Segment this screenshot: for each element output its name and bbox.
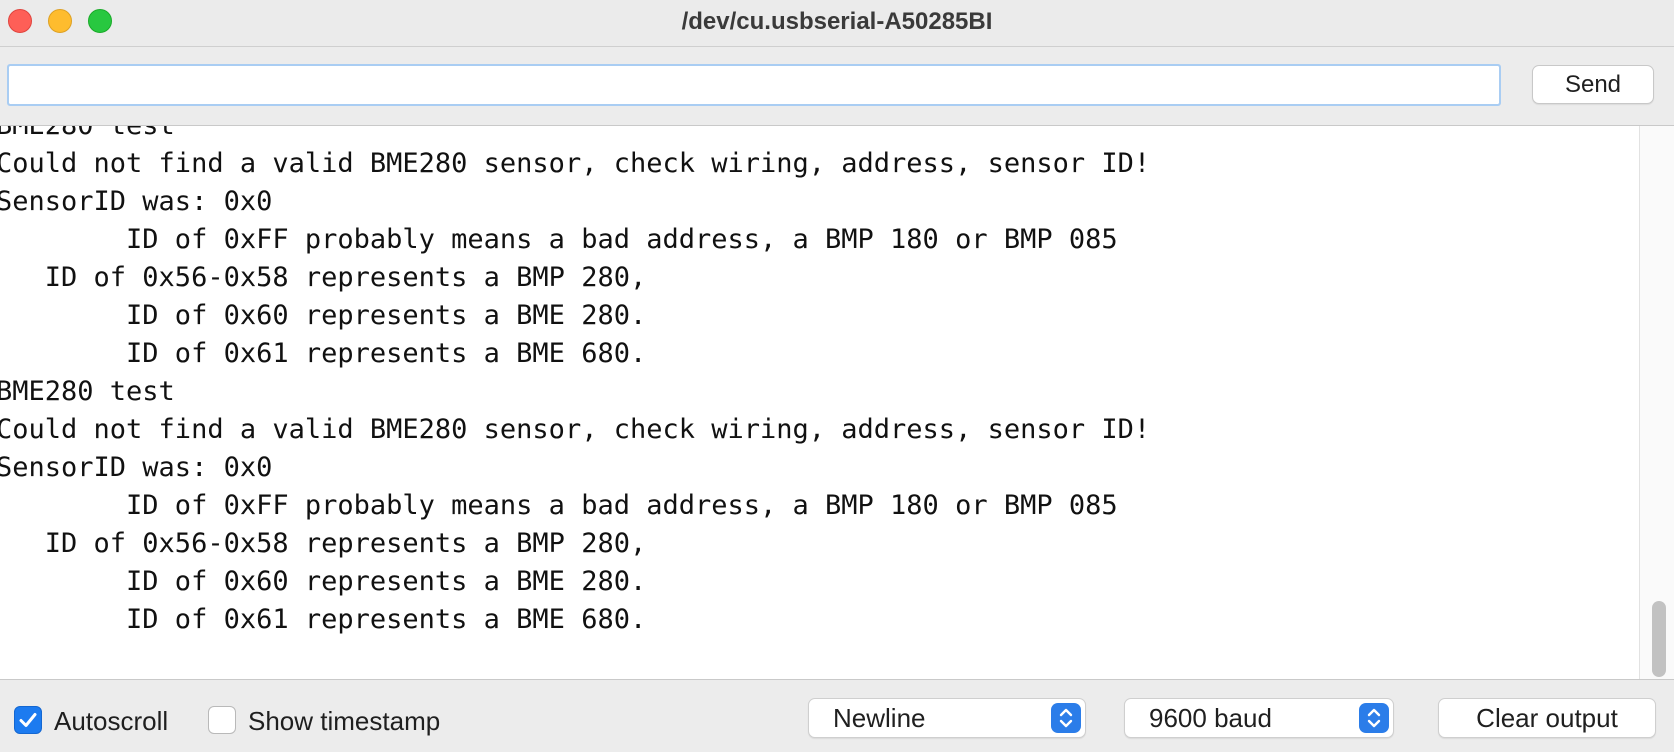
output-line: Could not find a valid BME280 sensor, ch… bbox=[0, 148, 1151, 179]
output-line: BME280 test bbox=[0, 125, 175, 141]
output-line: SensorID was: 0x0 bbox=[0, 452, 273, 483]
output-line: ID of 0xFF probably means a bad address,… bbox=[0, 490, 1118, 521]
output-line: ID of 0x61 represents a BME 680. bbox=[0, 604, 647, 635]
chevron-updown-icon bbox=[1359, 703, 1389, 733]
chevron-updown-icon bbox=[1051, 703, 1081, 733]
baud-rate-value: 9600 baud bbox=[1149, 703, 1272, 733]
output-line: ID of 0x60 represents a BME 280. bbox=[0, 566, 647, 597]
serial-output-pane[interactable]: BME280 test Could not find a valid BME280… bbox=[0, 125, 1674, 680]
output-line: SensorID was: 0x0 bbox=[0, 186, 273, 217]
show-timestamp-checkbox[interactable] bbox=[208, 706, 236, 734]
output-line: ID of 0x56-0x58 represents a BMP 280, bbox=[0, 262, 647, 293]
autoscroll-label[interactable]: Autoscroll bbox=[54, 706, 168, 736]
title-bar: /dev/cu.usbserial-A50285BI bbox=[0, 0, 1674, 47]
footer-bar: Autoscroll Show timestamp Newline 9600 b… bbox=[0, 680, 1674, 752]
baud-rate-select[interactable]: 9600 baud bbox=[1124, 698, 1394, 738]
scrollbar-thumb[interactable] bbox=[1652, 601, 1666, 677]
output-line: Could not find a valid BME280 sensor, ch… bbox=[0, 414, 1151, 445]
send-bar: Send bbox=[0, 47, 1674, 125]
autoscroll-checkbox[interactable] bbox=[14, 706, 42, 734]
output-line: ID of 0x56-0x58 represents a BMP 280, bbox=[0, 528, 647, 559]
window-title: /dev/cu.usbserial-A50285BI bbox=[681, 8, 993, 35]
show-timestamp-label[interactable]: Show timestamp bbox=[248, 706, 440, 736]
line-ending-select[interactable]: Newline bbox=[808, 698, 1086, 738]
serial-send-input[interactable] bbox=[7, 64, 1501, 106]
clear-output-button[interactable]: Clear output bbox=[1438, 698, 1656, 738]
output-line: ID of 0x61 represents a BME 680. bbox=[0, 338, 647, 369]
checkmark-icon bbox=[19, 713, 37, 727]
output-line: ID of 0x60 represents a BME 280. bbox=[0, 300, 647, 331]
vertical-scrollbar[interactable] bbox=[1639, 126, 1674, 679]
send-button[interactable]: Send bbox=[1532, 65, 1654, 104]
line-ending-value: Newline bbox=[833, 703, 926, 733]
output-text: BME280 test Could not find a valid BME280… bbox=[0, 125, 1151, 639]
output-line: ID of 0xFF probably means a bad address,… bbox=[0, 224, 1118, 255]
output-line: BME280 test bbox=[0, 376, 175, 407]
